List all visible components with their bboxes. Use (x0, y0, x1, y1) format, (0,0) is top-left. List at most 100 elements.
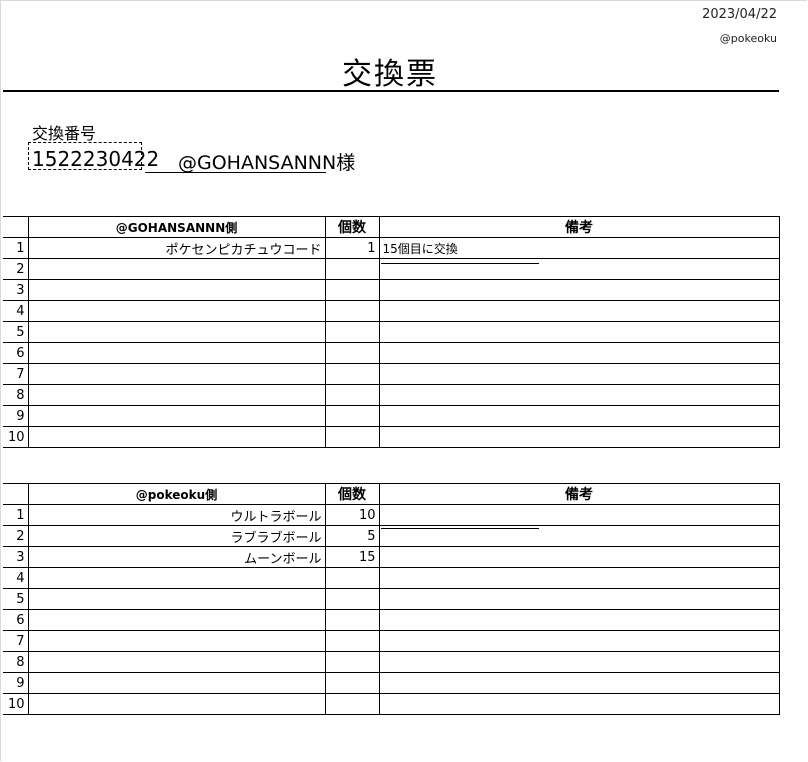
row-number: 5 (3, 321, 29, 343)
exchange-number-label: 交換番号 (32, 124, 97, 143)
row-number: 2 (3, 525, 29, 547)
quantity-cell[interactable] (324, 693, 380, 715)
note-cell[interactable] (378, 651, 780, 673)
item-name-cell[interactable]: ムーンボール (27, 546, 326, 568)
item-name-cell[interactable] (27, 630, 326, 652)
note-cell[interactable] (378, 321, 780, 343)
note-cell[interactable] (378, 630, 780, 652)
quantity-cell[interactable] (324, 651, 380, 673)
column-header-name: @GOHANSANNN側 (27, 216, 326, 238)
quantity-cell[interactable] (324, 321, 380, 343)
row-number: 10 (3, 426, 29, 448)
table-row: 8 (3, 384, 780, 406)
table-row: 9 (3, 405, 780, 427)
table-row: 5 (3, 321, 780, 343)
quantity-cell[interactable]: 5 (324, 525, 380, 547)
note-cell[interactable] (378, 672, 780, 694)
item-name-cell[interactable] (27, 342, 326, 364)
quantity-cell[interactable] (324, 342, 380, 364)
item-name-cell[interactable] (27, 672, 326, 694)
note-cell[interactable] (378, 363, 780, 385)
exchange-table-owner: @pokeoku側 個数 備考 1 ウルトラボール 10 2 ラブラブボール 5 3 ムーンボ… (3, 483, 780, 715)
table-row: 7 (3, 630, 780, 652)
item-name-cell[interactable] (27, 258, 326, 280)
column-header-note: 備考 (378, 483, 780, 505)
note-cell[interactable] (378, 504, 780, 526)
note-cell[interactable] (378, 300, 780, 322)
quantity-cell[interactable] (324, 258, 380, 280)
note-cell[interactable] (378, 588, 780, 610)
title-underline (3, 90, 779, 92)
note-cell[interactable] (378, 567, 780, 589)
note-cell[interactable] (378, 279, 780, 301)
table-row: 10 (3, 426, 780, 448)
item-name-cell[interactable] (27, 426, 326, 448)
column-header-note: 備考 (378, 216, 780, 238)
row-number: 6 (3, 609, 29, 631)
quantity-cell[interactable] (324, 609, 380, 631)
quantity-cell[interactable] (324, 630, 380, 652)
note-cell[interactable] (378, 426, 780, 448)
row-number: 6 (3, 342, 29, 364)
quantity-cell[interactable] (324, 567, 380, 589)
row-number: 3 (3, 279, 29, 301)
note-cell[interactable] (378, 546, 780, 568)
note-cell[interactable] (378, 342, 780, 364)
item-name-cell[interactable]: ポケセンピカチュウコード (27, 237, 326, 259)
note-cell[interactable] (378, 405, 780, 427)
item-name-cell[interactable] (27, 693, 326, 715)
item-name-cell[interactable] (27, 300, 326, 322)
table-row: 3 (3, 279, 780, 301)
quantity-cell[interactable] (324, 405, 380, 427)
table-row: 8 (3, 651, 780, 673)
quantity-cell[interactable] (324, 279, 380, 301)
owner-handle: @pokeoku (719, 32, 777, 45)
row-number: 1 (3, 504, 29, 526)
date-text: 2023/04/22 (702, 7, 777, 22)
row-number: 9 (3, 672, 29, 694)
item-name-cell[interactable]: ラブラブボール (27, 525, 326, 547)
quantity-cell[interactable] (324, 672, 380, 694)
column-header-qty: 個数 (324, 483, 380, 505)
item-name-cell[interactable] (27, 321, 326, 343)
item-name-cell[interactable] (27, 384, 326, 406)
note-underline (381, 263, 539, 264)
item-name-cell[interactable] (27, 279, 326, 301)
note-cell[interactable]: 15個目に交換 (378, 237, 780, 259)
table-header-row: @GOHANSANNN側 個数 備考 (3, 216, 780, 238)
quantity-cell[interactable] (324, 426, 380, 448)
customer-underline (145, 172, 326, 173)
item-name-cell[interactable] (27, 405, 326, 427)
row-number: 4 (3, 567, 29, 589)
exchange-table-customer: @GOHANSANNN側 個数 備考 1 ポケセンピカチュウコード 1 15個目に交換… (3, 216, 780, 448)
table-row: 7 (3, 363, 780, 385)
item-name-cell[interactable] (27, 567, 326, 589)
item-name-cell[interactable] (27, 588, 326, 610)
item-name-cell[interactable] (27, 609, 326, 631)
quantity-cell[interactable] (324, 384, 380, 406)
note-cell[interactable] (378, 609, 780, 631)
item-name-cell[interactable]: ウルトラボール (27, 504, 326, 526)
quantity-cell[interactable] (324, 588, 380, 610)
row-number: 10 (3, 693, 29, 715)
exchange-number-cell[interactable]: 1522230422 (28, 142, 159, 171)
note-cell[interactable] (378, 384, 780, 406)
column-header-name: @pokeoku側 (27, 483, 326, 505)
quantity-cell[interactable]: 1 (324, 237, 380, 259)
table-row: 10 (3, 693, 780, 715)
table-row: 6 (3, 342, 780, 364)
quantity-cell[interactable] (324, 300, 380, 322)
quantity-cell[interactable]: 15 (324, 546, 380, 568)
table-row: 3 ムーンボール 15 (3, 546, 780, 568)
table-row: 9 (3, 672, 780, 694)
table-row: 1 ウルトラボール 10 (3, 504, 780, 526)
spreadsheet-page: 2023/04/22 @pokeoku 交換票 交換番号 1522230422 … (0, 0, 807, 761)
column-header-qty: 個数 (324, 216, 380, 238)
quantity-cell[interactable]: 10 (324, 504, 380, 526)
item-name-cell[interactable] (27, 363, 326, 385)
note-cell[interactable] (378, 693, 780, 715)
row-number: 8 (3, 651, 29, 673)
item-name-cell[interactable] (27, 651, 326, 673)
quantity-cell[interactable] (324, 363, 380, 385)
note-cell[interactable] (378, 258, 780, 280)
